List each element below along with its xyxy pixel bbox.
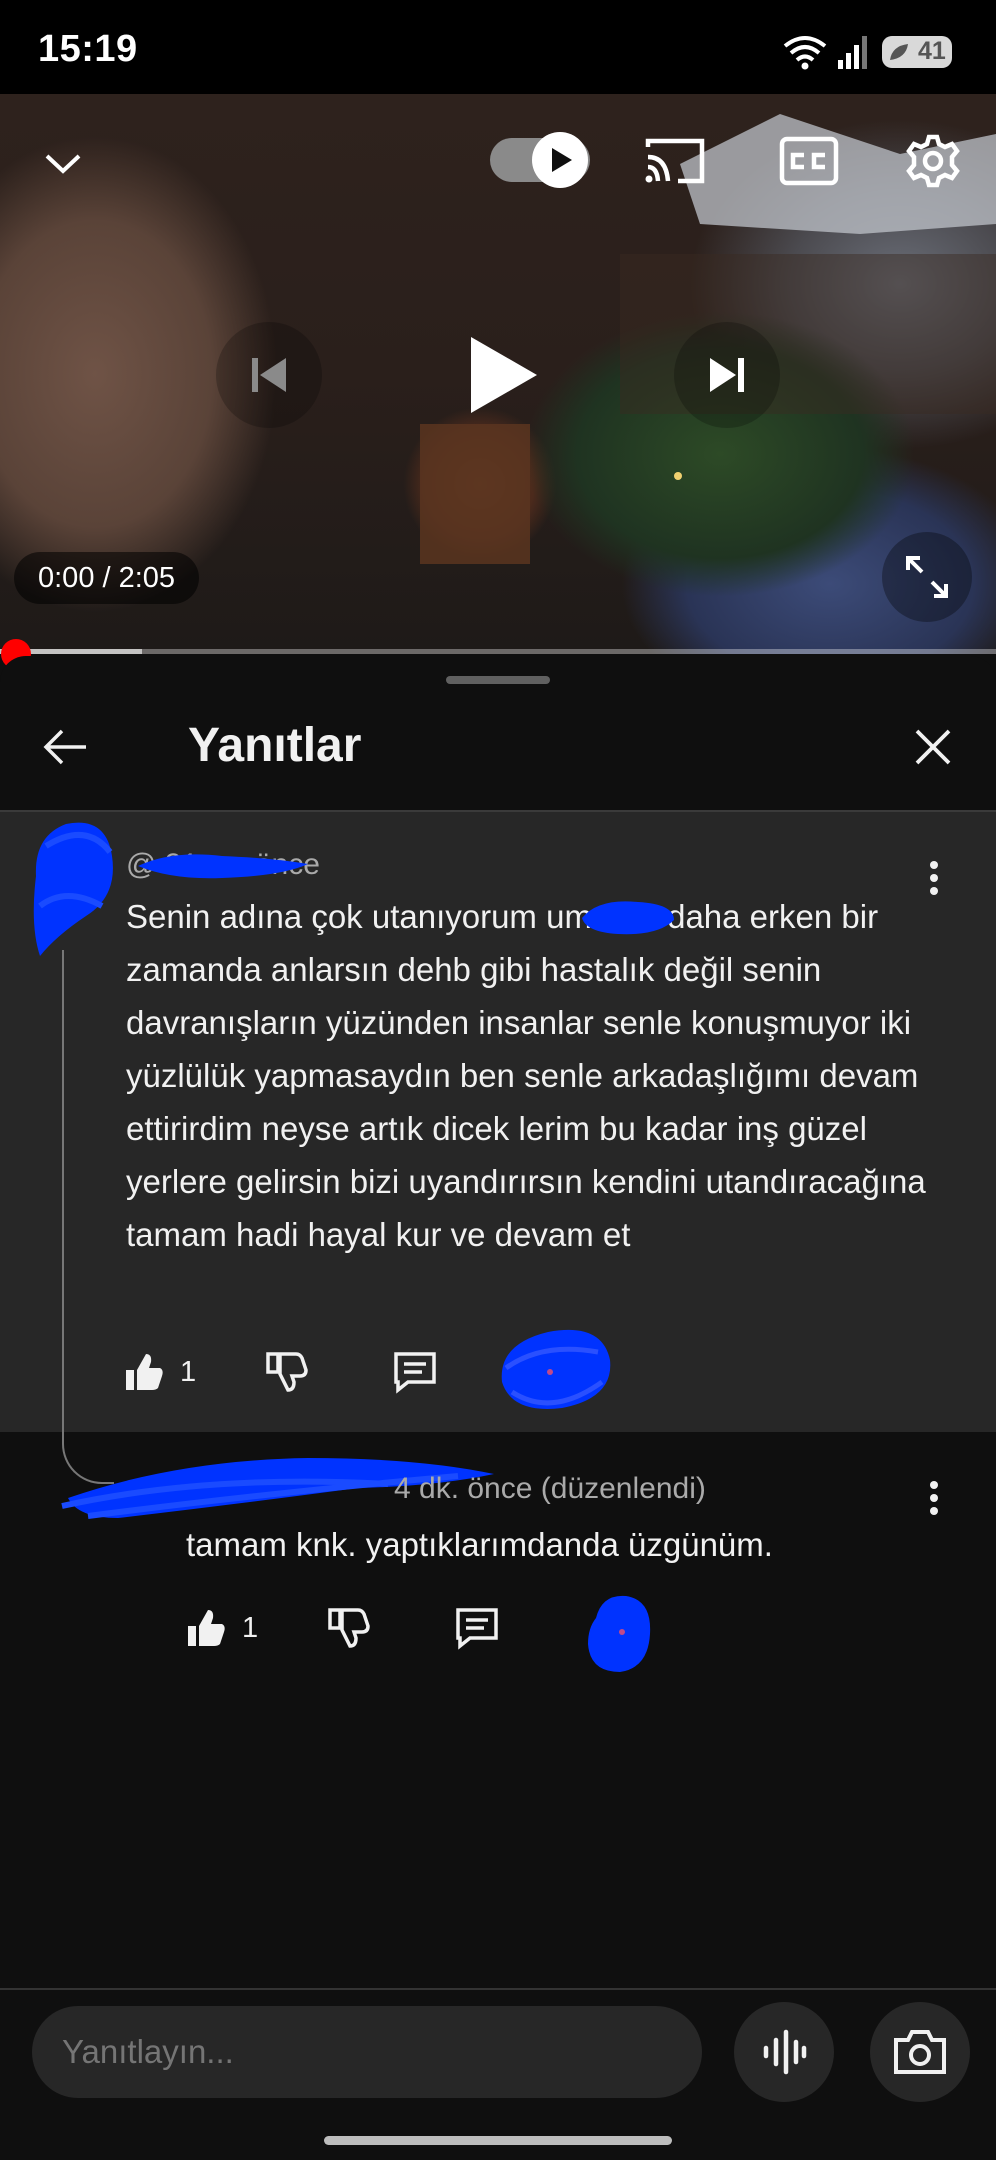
autoplay-toggle-icon: [490, 132, 590, 188]
reply-heart-redacted: [588, 1595, 651, 1672]
reply-text: tamam knk. yaptıklarımdanda üzgünüm.: [186, 1526, 773, 1563]
gesture-nav-bar[interactable]: [324, 2136, 672, 2145]
voice-button[interactable]: [734, 2002, 834, 2102]
panel-title: Yanıtlar: [188, 719, 362, 772]
username-redacted: [138, 854, 308, 879]
play-icon: [471, 337, 537, 413]
drag-handle[interactable]: [446, 676, 550, 684]
thumbs-up-icon: [126, 1354, 163, 1390]
skip-previous-icon: [252, 358, 286, 392]
thread-connector: [62, 950, 114, 1484]
cast-icon: [645, 138, 705, 184]
reply-like-button[interactable]: 1: [184, 1602, 258, 1654]
comment-reply-icon: [394, 1352, 436, 1394]
previous-button[interactable]: [216, 322, 322, 428]
thumbs-up-icon: [188, 1610, 225, 1646]
gear-icon: [906, 134, 960, 188]
reply-dislike-button[interactable]: [326, 1602, 382, 1654]
reply-meta: 4 dk. önce (düzenlendi): [394, 1472, 706, 1505]
battery-saver-icon: [890, 44, 908, 60]
fullscreen-button[interactable]: [882, 532, 972, 622]
skip-next-icon: [710, 358, 744, 392]
close-button[interactable]: [898, 712, 968, 782]
bottom-divider: [0, 1988, 996, 1990]
dislike-button[interactable]: [264, 1346, 320, 1398]
settings-button[interactable]: [898, 128, 968, 194]
progress-track[interactable]: [0, 649, 996, 654]
signal-icon: [838, 36, 867, 69]
voice-search-icon: [763, 2029, 807, 2075]
wifi-icon: [783, 36, 827, 70]
reply-menu-button[interactable]: [912, 1472, 956, 1524]
like-count: 1: [180, 1355, 197, 1388]
camera-button[interactable]: [870, 2002, 970, 2102]
thumbs-down-icon: [266, 1352, 308, 1392]
name-redacted: [582, 901, 674, 935]
reply-like-count: 1: [242, 1611, 259, 1644]
reply-input[interactable]: [32, 2006, 702, 2098]
status-time: 15:19: [38, 28, 138, 70]
cc-icon: [779, 136, 839, 186]
more-vert-icon: [930, 1481, 938, 1515]
comment-text: Senin adına çok utanıyorum umarım daha e…: [126, 898, 926, 1253]
minimize-button[interactable]: [30, 134, 96, 194]
avatar-redacted: [33, 822, 113, 956]
comment-menu-button[interactable]: [912, 852, 956, 904]
reply-reply-button[interactable]: [454, 1602, 512, 1654]
play-button[interactable]: [438, 310, 568, 440]
battery-level: 41: [918, 37, 946, 65]
captions-button[interactable]: [774, 128, 844, 194]
camera-icon: [894, 2030, 946, 2074]
like-button[interactable]: 1: [122, 1346, 196, 1398]
more-vert-icon: [930, 861, 938, 895]
time-display: 0:00 / 2:05: [14, 552, 200, 604]
arrow-left-icon: [43, 729, 86, 765]
thumbs-down-icon: [328, 1608, 370, 1648]
reply-button[interactable]: [392, 1346, 450, 1398]
autoplay-toggle[interactable]: [488, 130, 592, 190]
close-icon: [915, 729, 951, 765]
comment-reply-icon: [456, 1608, 498, 1650]
next-button[interactable]: [674, 322, 780, 428]
creator-heart-redacted: [501, 1329, 611, 1409]
video-player[interactable]: 0:00 / 2:05: [0, 94, 996, 654]
back-button[interactable]: [30, 712, 100, 782]
chevron-down-icon: [45, 154, 81, 174]
cast-button[interactable]: [640, 128, 710, 194]
fullscreen-icon: [906, 556, 948, 598]
